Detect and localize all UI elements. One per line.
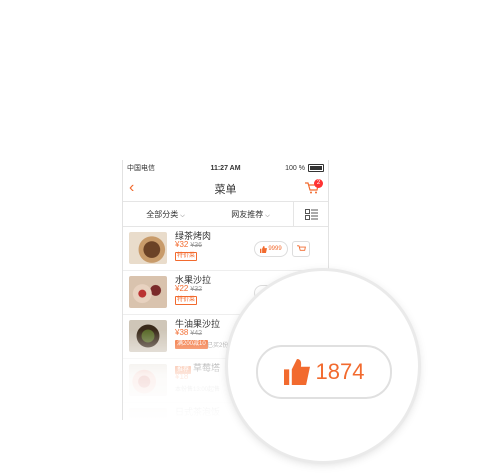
navigation-bar: ‹ 菜单 2 bbox=[123, 176, 328, 202]
clock-label: 11:27 AM bbox=[210, 164, 241, 172]
like-button-zoomed[interactable]: 1874 bbox=[256, 345, 392, 399]
magnifier-callout: 1874 bbox=[228, 271, 418, 461]
dish-price: ¥18 bbox=[175, 372, 189, 381]
cart-icon bbox=[296, 245, 306, 251]
grid-icon bbox=[304, 208, 318, 220]
cart-badge: 2 bbox=[314, 179, 323, 188]
original-price: ¥36 bbox=[190, 242, 203, 249]
thumbs-up-icon bbox=[283, 359, 310, 385]
sort-dropdown[interactable]: 网友推荐 ⌵ bbox=[208, 209, 293, 220]
category-label: 全部分类 bbox=[146, 209, 179, 219]
add-to-cart-button[interactable] bbox=[292, 241, 310, 257]
sold-count: 已买2份 bbox=[207, 343, 229, 349]
list-item[interactable]: 绿茶烤肉 ¥32 ¥36 特价菜 9999 bbox=[123, 227, 328, 271]
dish-price: ¥38 ¥42 bbox=[175, 328, 202, 337]
like-count: 9999 bbox=[268, 246, 282, 252]
battery-icon bbox=[308, 164, 324, 172]
chevron-down-icon: ⌵ bbox=[180, 212, 185, 219]
current-price: ¥32 bbox=[175, 240, 189, 249]
current-price: ¥38 bbox=[175, 328, 189, 337]
current-price: ¥22 bbox=[175, 284, 189, 293]
status-bar: 中国电信 11:27 AM 100 % bbox=[123, 160, 328, 176]
like-button[interactable]: 9999 bbox=[254, 241, 288, 257]
filter-bar: 全部分类 ⌵ 网友推荐 ⌵ bbox=[123, 202, 328, 227]
chevron-down-icon: ⌵ bbox=[265, 212, 270, 219]
page-title: 菜单 bbox=[214, 183, 237, 196]
category-dropdown[interactable]: 全部分类 ⌵ bbox=[123, 209, 208, 220]
dish-photo bbox=[129, 276, 167, 308]
original-price: ¥32 bbox=[190, 286, 203, 293]
special-tag: 特价菜 bbox=[175, 252, 198, 261]
dish-price: ¥22 ¥32 bbox=[175, 284, 202, 293]
like-count: 1874 bbox=[315, 359, 365, 384]
sort-label: 网友推荐 bbox=[231, 209, 264, 219]
thumbs-up-icon bbox=[260, 245, 268, 253]
dish-photo bbox=[129, 364, 167, 396]
dish-name: 日式茶泡饭 bbox=[175, 407, 221, 417]
original-price: ¥42 bbox=[190, 330, 203, 337]
dish-price: ¥32 ¥36 bbox=[175, 240, 202, 249]
dish-photo bbox=[129, 320, 167, 352]
dish-photo bbox=[129, 232, 167, 264]
sale-time-note: 本份售13:00起售 bbox=[175, 387, 221, 393]
promo-tag: 满200减10 bbox=[175, 340, 208, 349]
layout-toggle[interactable] bbox=[293, 202, 328, 226]
dish-photo bbox=[129, 408, 167, 420]
special-tag: 特价菜 bbox=[175, 296, 198, 305]
dish-name-text: 草莓塔 bbox=[193, 363, 221, 373]
